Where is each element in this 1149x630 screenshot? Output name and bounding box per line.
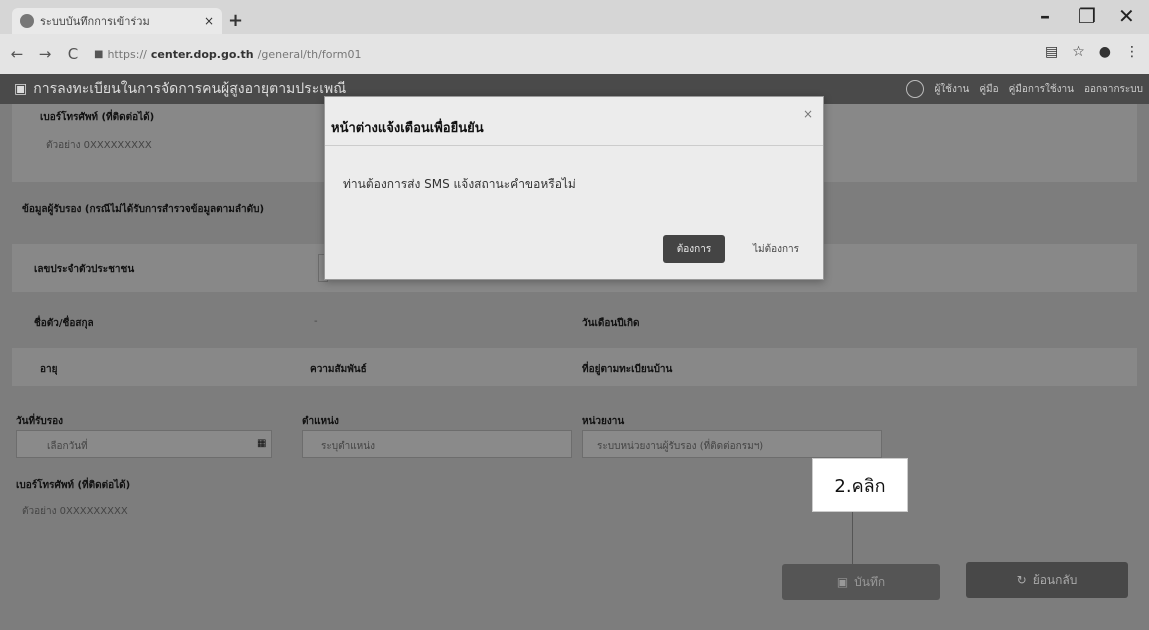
section-label: ข้อมูลผู้รับรอง (กรณีไม่ได้รับการสำรวจข้… xyxy=(22,204,265,215)
save-button[interactable]: ▣ บันทึก xyxy=(782,564,940,600)
url-path: /general/th/form01 xyxy=(257,47,362,61)
phone-input-top[interactable]: ตัวอย่าง 0XXXXXXXXX xyxy=(46,138,152,153)
back-icon: ↻ xyxy=(1016,573,1027,587)
tab-title: ระบบบันทึกการเข้าร่วม xyxy=(40,15,150,28)
guide-link[interactable]: คู่มือการใช้งาน xyxy=(1009,82,1074,97)
browser-tab[interactable]: ระบบบันทึกการเข้าร่วม × xyxy=(12,8,222,34)
url-prefix: https:// xyxy=(107,47,147,61)
id-label: เลขประจำตัวประชาชน xyxy=(34,264,135,275)
name-label: ชื่อตัว/ชื่อสกุล xyxy=(34,318,94,329)
url-domain: center.dop.go.th xyxy=(150,47,254,61)
favicon-icon xyxy=(20,14,34,28)
back-label: ย้อนกลับ xyxy=(1032,572,1078,587)
agency-select[interactable]: ระบบหน่วยงานผู้รับรอง (ที่ติดต่อกรมฯ) xyxy=(582,430,882,458)
back-nav-icon[interactable]: ← xyxy=(6,45,28,63)
bookmark-star-icon[interactable]: ☆ xyxy=(1072,44,1085,60)
annotation-callout: 2.คลิก xyxy=(812,458,908,512)
browser-tabbar: ระบบบันทึกการเข้าร่วม × + – ❐ ✕ xyxy=(0,0,1149,34)
position-placeholder: ระบุตำแหน่ง xyxy=(321,441,375,452)
modal-close-button[interactable]: × xyxy=(803,107,813,121)
forward-nav-icon[interactable]: → xyxy=(34,45,56,63)
app-menu-icon[interactable]: ▣ xyxy=(14,81,27,97)
cancel-button[interactable]: ไม่ต้องการ xyxy=(741,235,811,263)
confirm-modal: หน้าต่างแจ้งเตือนเพื่อยืนยัน × ท่านต้องก… xyxy=(324,96,824,280)
save-icon: ▣ xyxy=(836,575,849,589)
manual-link[interactable]: คู่มือ xyxy=(979,82,998,97)
section-band-age xyxy=(12,348,1137,386)
calendar-icon[interactable]: ▦ xyxy=(257,438,266,449)
more-menu-icon[interactable]: ⋮ xyxy=(1125,44,1139,60)
lock-icon: ■ xyxy=(94,48,104,60)
extension-icon[interactable]: ▤ xyxy=(1045,44,1058,60)
phone-label-bottom: เบอร์โทรศัพท์ (ที่ติดต่อได้) xyxy=(16,480,131,491)
user-avatar-icon xyxy=(906,80,925,98)
position-label: ตำแหน่ง xyxy=(302,416,339,427)
logout-link[interactable]: ออกจากระบบ xyxy=(1084,82,1143,97)
reload-icon[interactable]: C xyxy=(62,45,84,63)
modal-title: หน้าต่างแจ้งเตือนเพื่อยืนยัน xyxy=(331,121,484,136)
modal-message: ท่านต้องการส่ง SMS แจ้งสถานะคำขอหรือไม่ xyxy=(343,177,576,191)
address-label: ที่อยู่ตามทะเบียนบ้าน xyxy=(582,364,673,375)
agency-value: ระบบหน่วยงานผู้รับรอง (ที่ติดต่อกรมฯ) xyxy=(597,441,764,452)
back-button[interactable]: ↻ ย้อนกลับ xyxy=(966,562,1128,598)
date-input[interactable]: เลือกวันที่ ▦ xyxy=(16,430,272,458)
minimize-button[interactable]: – xyxy=(1040,4,1050,28)
position-input[interactable]: ระบุตำแหน่ง xyxy=(302,430,572,458)
name-value: - xyxy=(314,316,318,327)
relation-label: ความสัมพันธ์ xyxy=(310,364,367,375)
age-label: อายุ xyxy=(40,364,58,375)
profile-icon[interactable]: ● xyxy=(1099,44,1111,60)
annotation-pointer xyxy=(852,512,853,564)
date-label: วันที่รับรอง xyxy=(16,416,64,427)
app-title: การลงทะเบียนในการจัดการคนผู้สูงอายุตามปร… xyxy=(33,81,347,97)
new-tab-button[interactable]: + xyxy=(228,10,243,31)
phone-input-bottom[interactable]: ตัวอย่าง 0XXXXXXXXX xyxy=(22,504,128,519)
agency-label: หน่วยงาน xyxy=(582,416,625,427)
confirm-button[interactable]: ต้องการ xyxy=(663,235,725,263)
save-label: บันทึก xyxy=(854,574,886,589)
browser-toolbar: ← → C ■ https:// center.dop.go.th /gener… xyxy=(0,34,1149,74)
phone-label-top: เบอร์โทรศัพท์ (ที่ติดต่อได้) xyxy=(40,112,155,123)
birth-label: วันเดือนปีเกิด xyxy=(582,318,640,329)
address-bar[interactable]: ■ https:// center.dop.go.th /general/th/… xyxy=(94,48,362,61)
close-window-button[interactable]: ✕ xyxy=(1118,4,1135,28)
date-placeholder: เลือกวันที่ xyxy=(47,441,88,452)
user-name[interactable]: ผู้ใช้งาน xyxy=(934,82,969,97)
tab-close-button[interactable]: × xyxy=(204,14,214,28)
maximize-button[interactable]: ❐ xyxy=(1078,4,1096,28)
modal-divider xyxy=(325,145,823,146)
